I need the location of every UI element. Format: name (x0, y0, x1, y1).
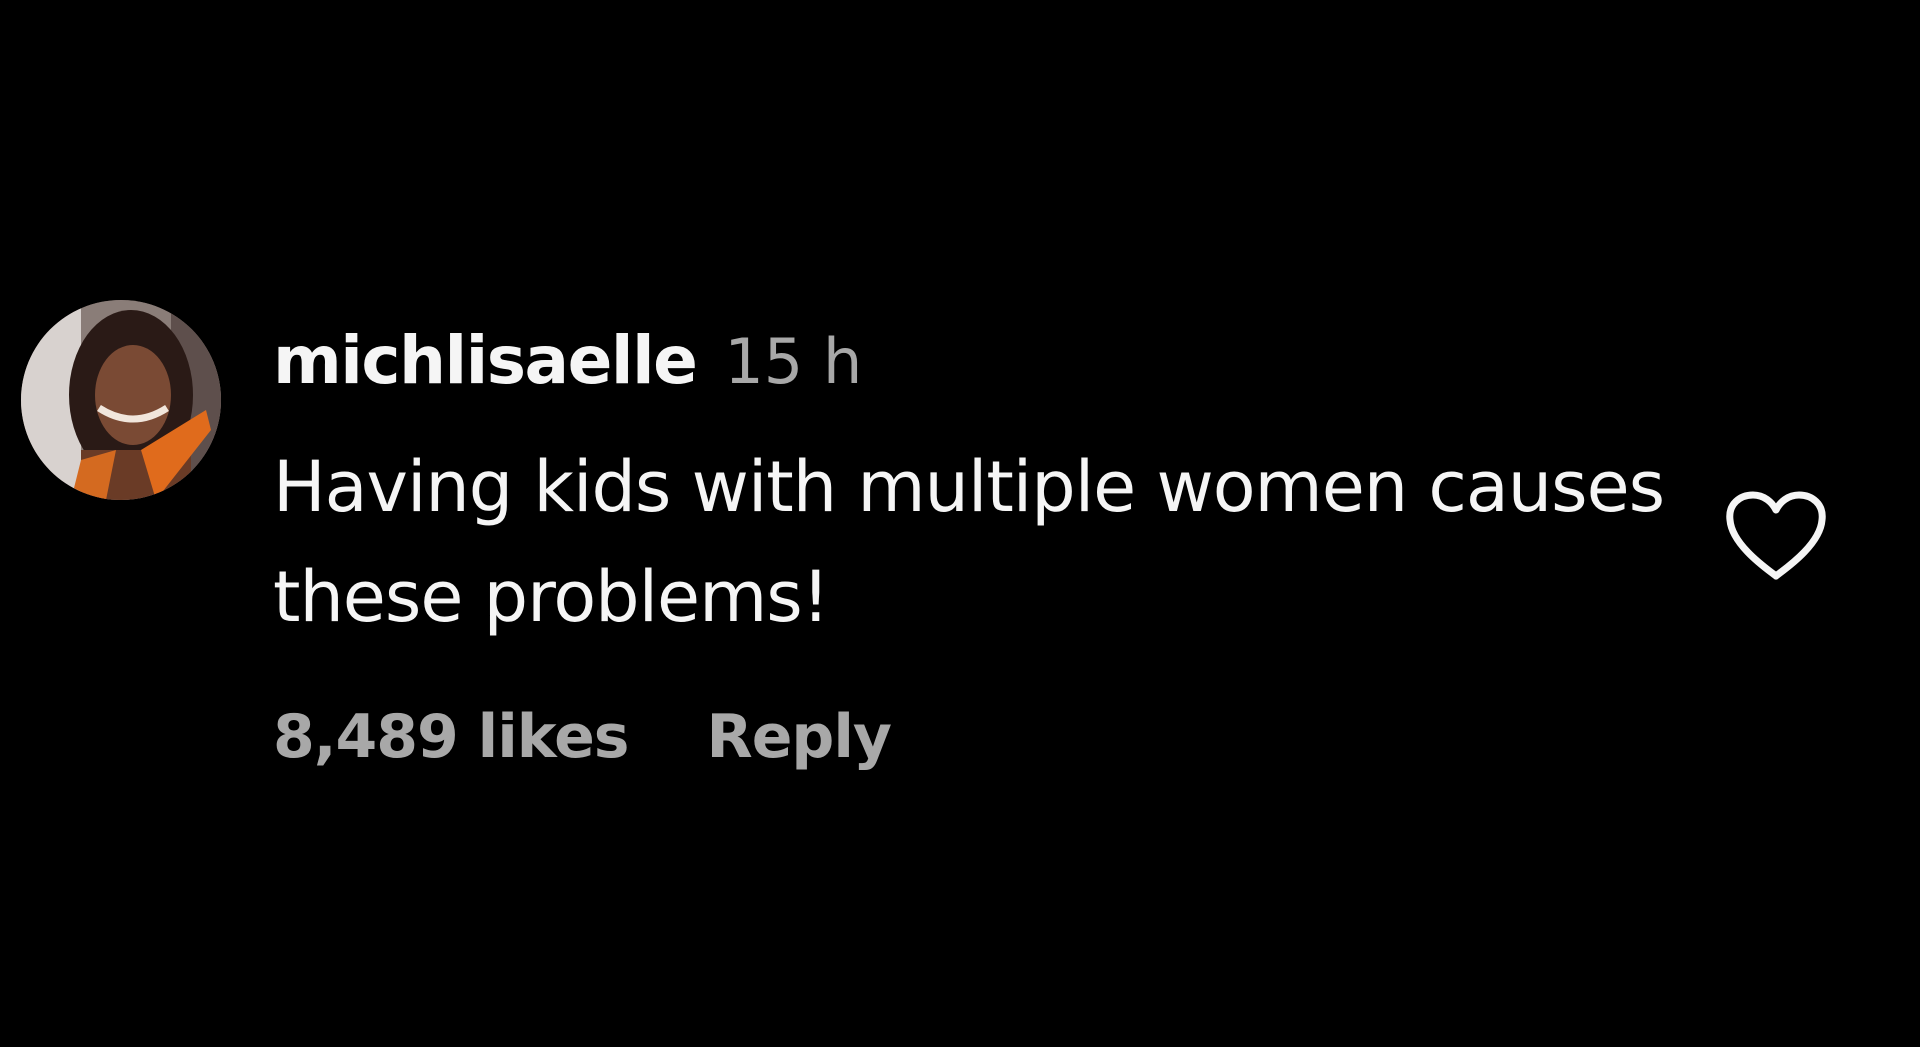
avatar[interactable] (21, 300, 221, 500)
comment-item: michlisaelle 15 h Having kids with multi… (0, 0, 1920, 1047)
comment-actions: 8,489 likes Reply (273, 702, 893, 792)
reply-button[interactable]: Reply (707, 702, 893, 772)
avatar-image (21, 300, 221, 500)
comment-header: michlisaelle 15 h (273, 322, 862, 412)
username-link[interactable]: michlisaelle (273, 322, 698, 399)
comment-text: Having kids with multiple women causes t… (273, 446, 1665, 638)
like-button[interactable] (1724, 490, 1828, 584)
likes-count[interactable]: 8,489 likes (273, 702, 630, 772)
timestamp: 15 h (724, 325, 863, 398)
heart-outline-icon (1726, 491, 1826, 580)
